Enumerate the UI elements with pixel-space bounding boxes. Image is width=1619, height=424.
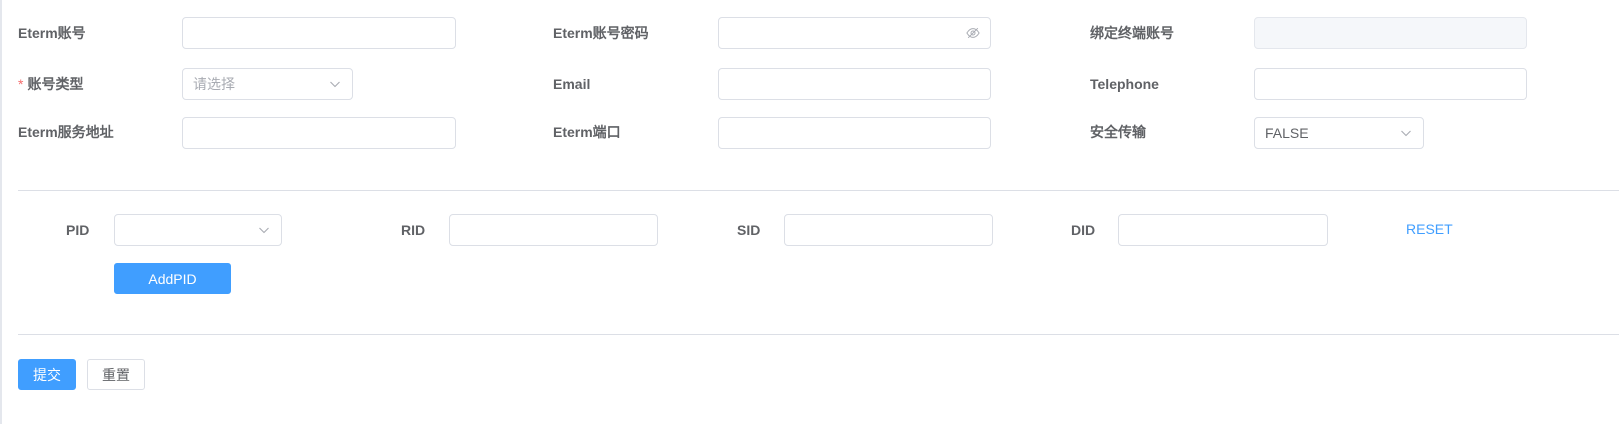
eterm-server-input[interactable]: [182, 117, 456, 149]
email-label: Email: [553, 76, 591, 92]
eterm-password-label: Eterm账号密码: [553, 25, 649, 41]
reset-button[interactable]: 重置: [87, 359, 145, 390]
secure-transport-select[interactable]: FALSE: [1254, 117, 1424, 149]
pid-select[interactable]: [114, 214, 282, 246]
eterm-account-label: Eterm账号: [18, 25, 86, 41]
secure-transport-label: 安全传输: [1090, 124, 1146, 140]
account-type-label: * 账号类型: [18, 74, 83, 94]
add-pid-button[interactable]: AddPID: [114, 263, 231, 294]
bound-terminal-label: 绑定终端账号: [1090, 25, 1174, 41]
eterm-password-input[interactable]: [718, 17, 991, 49]
eterm-port-label: Eterm端口: [553, 124, 621, 140]
left-edge-bar: [0, 0, 2, 424]
required-mark: *: [18, 76, 24, 92]
eterm-port-input[interactable]: [718, 117, 991, 149]
eterm-server-label: Eterm服务地址: [18, 124, 114, 140]
account-type-label-text: 账号类型: [27, 76, 84, 92]
eterm-account-input[interactable]: [182, 17, 456, 49]
submit-button[interactable]: 提交: [18, 359, 76, 390]
chevron-down-icon: [1401, 130, 1411, 137]
sid-label: SID: [737, 222, 761, 238]
pid-label: PID: [66, 222, 90, 238]
reset-link[interactable]: RESET: [1406, 219, 1453, 239]
section-divider: [18, 334, 1619, 335]
chevron-down-icon: [330, 81, 340, 88]
bound-terminal-input: [1254, 17, 1527, 49]
did-label: DID: [1071, 222, 1096, 238]
did-input[interactable]: [1118, 214, 1328, 246]
rid-label: RID: [401, 222, 426, 238]
rid-input[interactable]: [449, 214, 658, 246]
eye-off-icon[interactable]: [966, 26, 980, 40]
telephone-input[interactable]: [1254, 68, 1527, 100]
chevron-down-icon: [259, 227, 269, 234]
secure-transport-value: FALSE: [1265, 125, 1309, 141]
section-divider: [18, 190, 1619, 191]
telephone-label: Telephone: [1090, 76, 1159, 92]
account-type-placeholder: 请选择: [193, 76, 235, 92]
account-type-select[interactable]: 请选择: [182, 68, 353, 100]
email-input[interactable]: [718, 68, 991, 100]
sid-input[interactable]: [784, 214, 993, 246]
